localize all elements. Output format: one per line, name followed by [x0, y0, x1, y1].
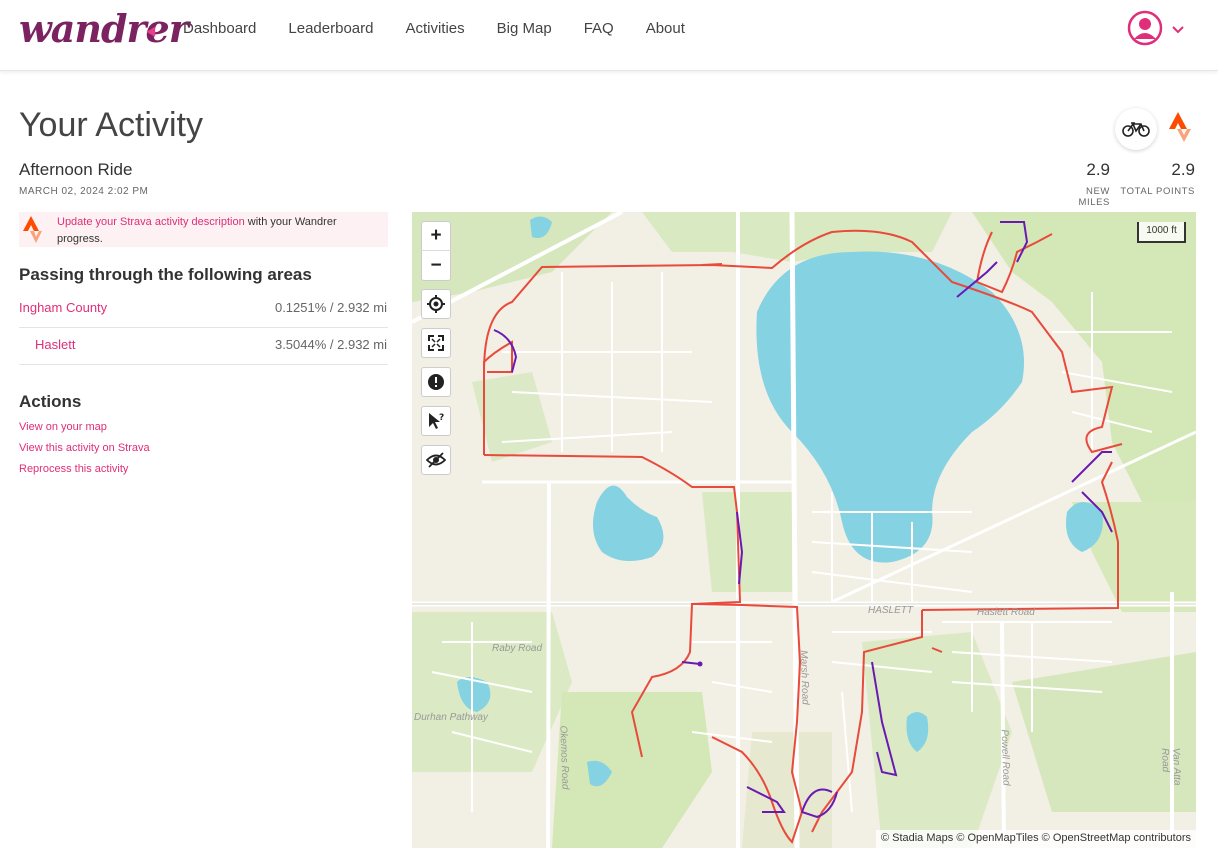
exclamation-circle-icon	[428, 374, 444, 390]
zoom-out-button[interactable]: −	[422, 251, 450, 280]
map-attribution[interactable]: © Stadia Maps © OpenMapTiles © OpenStree…	[875, 830, 1196, 848]
expand-icon	[428, 335, 444, 351]
svg-text:?: ?	[439, 413, 444, 423]
bike-button[interactable]	[1115, 108, 1157, 150]
map-tiles	[412, 212, 1196, 848]
activity-date: MARCH 02, 2024 2:02 PM	[19, 186, 149, 197]
map-label-haslett-road: Haslett Road	[977, 607, 1035, 618]
page-title: Your Activity	[19, 106, 203, 144]
map-label-powell-road: Powell Road	[998, 729, 1012, 786]
logo[interactable]: wandrer	[19, 6, 189, 51]
map-label-marsh-road: Marsh Road	[797, 650, 811, 705]
activity-name: Afternoon Ride	[19, 160, 133, 179]
eye-slash-icon	[426, 452, 446, 468]
map-label-durhan-pathway: Durhan Pathway	[414, 712, 488, 723]
map-scale: 1000 ft	[1137, 222, 1186, 243]
map-label-van-atta-road: Van Atta Road	[1159, 747, 1183, 786]
activity-map[interactable]: HASLETT Haslett Road Raby Road Okemos Ro…	[412, 212, 1196, 848]
map-label-okemos-road: Okemos Road	[557, 725, 571, 790]
actions-heading: Actions	[19, 392, 82, 411]
chevron-down-icon[interactable]	[1171, 24, 1185, 36]
nav-activities[interactable]: Activities	[405, 20, 464, 37]
area-percent: 3.5044% / 2.932 mi	[274, 337, 387, 352]
area-percent: 0.1251% / 2.932 mi	[274, 300, 387, 315]
nav-leaderboard[interactable]: Leaderboard	[288, 20, 373, 37]
new-miles-value: 2.9	[1086, 160, 1110, 179]
view-on-map-link[interactable]: View on your map	[19, 421, 107, 433]
strava-update-notice: Update your Strava activity description …	[19, 212, 388, 247]
areas-heading: Passing through the following areas	[19, 265, 312, 284]
area-name-link[interactable]: Ingham County	[19, 300, 107, 315]
map-label-raby-road: Raby Road	[492, 643, 543, 654]
new-miles-label: NEW MILES	[1078, 186, 1110, 208]
locate-button[interactable]	[421, 289, 451, 319]
reprocess-activity-link[interactable]: Reprocess this activity	[19, 463, 128, 475]
zoom-in-button[interactable]: +	[422, 222, 450, 251]
cursor-question-icon: ?	[429, 413, 444, 429]
area-name-link[interactable]: Haslett	[35, 337, 75, 352]
zoom-controls: + −	[421, 221, 451, 281]
hide-route-button[interactable]	[421, 445, 451, 475]
map-label-haslett: HASLETT	[868, 605, 914, 616]
nav-dashboard[interactable]: Dashboard	[183, 20, 256, 37]
notice-text: Update your Strava activity description …	[57, 214, 382, 248]
bicycle-icon	[1122, 122, 1150, 137]
total-points-value: 2.9	[1171, 160, 1195, 179]
main-nav: Dashboard Leaderboard Activities Big Map…	[183, 20, 717, 37]
total-points-stat: 2.9 TOTAL POINTS	[1118, 160, 1195, 197]
area-row: Haslett 3.5044% / 2.932 mi	[19, 328, 388, 365]
crosshair-icon	[427, 295, 445, 313]
report-button[interactable]	[421, 367, 451, 397]
strava-icon[interactable]	[1168, 112, 1194, 142]
inspect-button[interactable]: ?	[421, 406, 451, 436]
new-miles-stat: 2.9 NEW MILES	[1052, 160, 1110, 208]
view-on-strava-link[interactable]: View this activity on Strava	[19, 442, 150, 454]
user-avatar-icon[interactable]	[1127, 10, 1163, 46]
strava-icon	[23, 216, 42, 243]
nav-faq[interactable]: FAQ	[584, 20, 614, 37]
fullscreen-button[interactable]	[421, 328, 451, 358]
nav-big-map[interactable]: Big Map	[497, 20, 552, 37]
total-points-label: TOTAL POINTS	[1120, 186, 1195, 197]
area-row: Ingham County 0.1251% / 2.932 mi	[19, 291, 388, 328]
update-strava-description-link[interactable]: Update your Strava activity description	[57, 216, 245, 228]
navbar: wandrer Dashboard Leaderboard Activities…	[0, 0, 1218, 71]
nav-about[interactable]: About	[646, 20, 685, 37]
